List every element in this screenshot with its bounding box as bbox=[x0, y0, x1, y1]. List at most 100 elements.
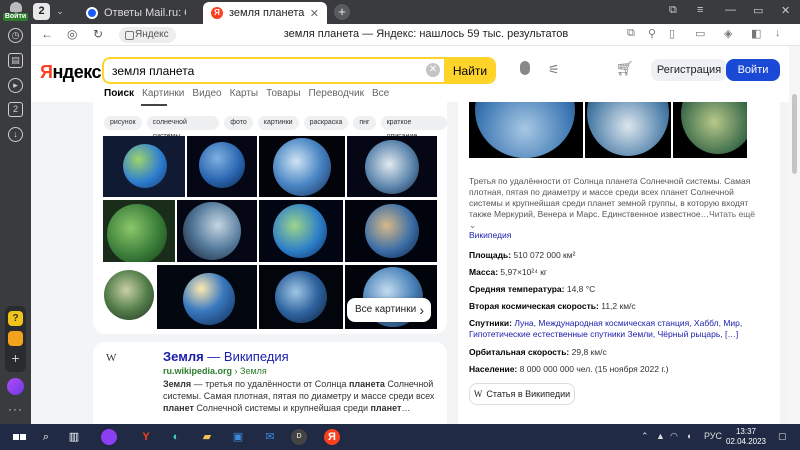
keyboard-language[interactable]: РУС bbox=[704, 431, 722, 441]
messenger-app-icon[interactable] bbox=[8, 331, 23, 346]
alice-assistant-icon[interactable] bbox=[7, 378, 24, 395]
question-app-icon[interactable]: ? bbox=[8, 311, 23, 326]
tab-video[interactable]: Видео bbox=[192, 88, 221, 99]
menu-icon[interactable]: ≡ bbox=[697, 4, 703, 16]
earth-image-thumb[interactable] bbox=[103, 265, 155, 329]
profile-enter-button[interactable]: Войти bbox=[3, 2, 28, 22]
tab-count-button[interactable]: 2 bbox=[33, 3, 50, 20]
notifications-icon[interactable]: ▢ bbox=[778, 431, 787, 442]
search-box: ✕ Найти bbox=[102, 57, 496, 84]
cart-icon[interactable]: 🛒︎ bbox=[616, 60, 634, 77]
register-button[interactable]: Регистрация bbox=[651, 59, 727, 81]
search-icon[interactable]: ⌕ bbox=[38, 429, 54, 445]
extension-icon[interactable]: ◈ bbox=[724, 27, 732, 40]
collections-icon[interactable]: ▤ bbox=[8, 53, 23, 68]
search-submit-button[interactable]: Найти bbox=[444, 59, 494, 82]
task-view-icon[interactable]: ▥ bbox=[66, 429, 82, 445]
earth-image-thumb[interactable] bbox=[177, 200, 257, 262]
tab-yandex-search[interactable]: Я земля планета — Яндекс ✕ bbox=[203, 2, 327, 24]
tab-mail-answers[interactable]: Ответы Mail.ru: Сколько / bbox=[78, 2, 194, 24]
clear-search-icon[interactable]: ✕ bbox=[426, 63, 440, 77]
yandex-logo[interactable]: Яндекс bbox=[40, 62, 102, 83]
alice-taskbar-icon[interactable] bbox=[101, 429, 117, 445]
result-title-link[interactable]: Земля — Википедия bbox=[163, 349, 289, 364]
yandex-app-icon[interactable]: Я bbox=[324, 429, 340, 445]
tab-products[interactable]: Товары bbox=[266, 88, 300, 99]
tab-maps[interactable]: Карты bbox=[230, 88, 259, 99]
chevron-down-icon[interactable]: ⌄ bbox=[53, 3, 67, 20]
earth-image-thumb[interactable] bbox=[103, 200, 175, 262]
earth-image-thumb[interactable] bbox=[347, 136, 437, 197]
tab-search[interactable]: Поиск bbox=[104, 88, 134, 99]
source-wikipedia-link[interactable]: Википедия bbox=[469, 230, 511, 240]
earth-image-thumb[interactable] bbox=[259, 265, 343, 329]
chip[interactable]: краткое описание bbox=[380, 116, 447, 140]
earth-image-thumb[interactable] bbox=[259, 200, 343, 262]
minimize-icon[interactable]: — bbox=[725, 4, 736, 16]
chip[interactable]: раскраска bbox=[303, 116, 349, 130]
page-scrollbar[interactable] bbox=[789, 46, 800, 424]
yandex-browser-icon[interactable]: Y bbox=[138, 429, 154, 445]
reload-icon[interactable]: ↻ bbox=[93, 27, 103, 41]
scrollbar-thumb[interactable] bbox=[792, 94, 797, 174]
tray-wifi-icon[interactable]: ◠ bbox=[670, 431, 678, 442]
chip[interactable]: пнг bbox=[353, 116, 376, 130]
search-input[interactable] bbox=[104, 59, 414, 82]
wikipedia-article-button[interactable]: W Статья в Википедии bbox=[469, 383, 575, 405]
site-lock-pill[interactable]: Яндекс bbox=[119, 27, 176, 43]
earth-image-thumb[interactable] bbox=[345, 200, 437, 262]
windows-start-icon[interactable] bbox=[11, 429, 27, 450]
tray-volume-icon[interactable]: ◖ bbox=[686, 431, 691, 441]
search-settings-icon[interactable]: ⚟ bbox=[548, 62, 560, 78]
earth-image-thumb[interactable] bbox=[187, 136, 257, 197]
close-tab-icon[interactable]: ✕ bbox=[310, 7, 319, 20]
result-url[interactable]: ru.wikipedia.org › Земля bbox=[163, 366, 267, 376]
fact-temperature: Средняя температура: 14,8 °C bbox=[469, 284, 596, 294]
chip[interactable]: фото bbox=[224, 116, 253, 130]
login-button[interactable]: Войти bbox=[726, 59, 780, 81]
more-dots-icon[interactable]: ··· bbox=[0, 402, 31, 416]
dell-icon[interactable]: D bbox=[291, 429, 307, 445]
tray-chevron-icon[interactable]: ⌃ bbox=[641, 431, 649, 442]
chip[interactable]: картинки bbox=[257, 116, 299, 130]
tab-images[interactable]: Картинки bbox=[142, 88, 184, 99]
close-window-icon[interactable]: ✕ bbox=[781, 4, 790, 17]
mail-icon[interactable]: ✉ bbox=[262, 429, 278, 445]
chip[interactable]: рисунок bbox=[104, 116, 142, 130]
downloads-arrow-icon[interactable]: ↓ bbox=[775, 27, 781, 39]
read-more-link[interactable]: Читать ещё bbox=[709, 209, 755, 219]
clock[interactable]: 13:37 02.04.2023 bbox=[722, 427, 770, 447]
add-app-icon[interactable]: + bbox=[8, 351, 23, 366]
back-icon[interactable]: ← bbox=[41, 27, 53, 41]
profile-icon[interactable]: ◎ bbox=[67, 27, 77, 41]
maximize-icon[interactable]: ▭ bbox=[753, 4, 763, 17]
earth-image-thumb[interactable] bbox=[157, 265, 257, 329]
page-title[interactable]: земля планета — Яндекс: нашлось 59 тыс. … bbox=[261, 28, 591, 40]
bookmark-icon[interactable]: ▯ bbox=[669, 27, 675, 40]
tray-alert-icon[interactable]: ▲ bbox=[656, 431, 665, 441]
tab-all[interactable]: Все bbox=[372, 88, 389, 99]
downloads-icon[interactable]: ↓ bbox=[8, 127, 23, 142]
earth-panel-image[interactable] bbox=[585, 102, 671, 158]
profile-extension-icon[interactable]: ◧ bbox=[751, 27, 761, 40]
tab-translator[interactable]: Переводчик bbox=[309, 88, 364, 99]
translate-icon[interactable]: ⧉ bbox=[627, 27, 635, 40]
chip[interactable]: солнечной системы bbox=[146, 116, 220, 140]
media-play-icon[interactable]: ▸ bbox=[8, 78, 23, 93]
new-tab-button[interactable]: + bbox=[334, 4, 350, 20]
history-icon[interactable]: ◷ bbox=[8, 28, 23, 43]
location-icon[interactable]: ⚲ bbox=[648, 27, 656, 40]
counter-badge[interactable]: 2 bbox=[8, 102, 23, 117]
store-icon[interactable]: ▣ bbox=[230, 429, 246, 445]
earth-panel-image[interactable] bbox=[673, 102, 747, 158]
voice-search-icon[interactable] bbox=[520, 61, 530, 75]
window-tabs-icon[interactable]: ⧉ bbox=[669, 4, 677, 17]
earth-image-thumb[interactable] bbox=[103, 136, 185, 197]
earth-image-thumb[interactable] bbox=[259, 136, 345, 197]
yandex-header: Яндекс ✕ Найти ⚟ 🛒︎ Регистрация Войти По… bbox=[31, 46, 789, 102]
edge-icon[interactable]: ◐ bbox=[168, 429, 184, 445]
file-explorer-icon[interactable]: ▰ bbox=[199, 429, 215, 445]
all-images-button[interactable]: Все картинки bbox=[347, 298, 431, 322]
battery-icon[interactable]: ▭ bbox=[695, 27, 705, 40]
earth-panel-image[interactable] bbox=[469, 102, 583, 158]
